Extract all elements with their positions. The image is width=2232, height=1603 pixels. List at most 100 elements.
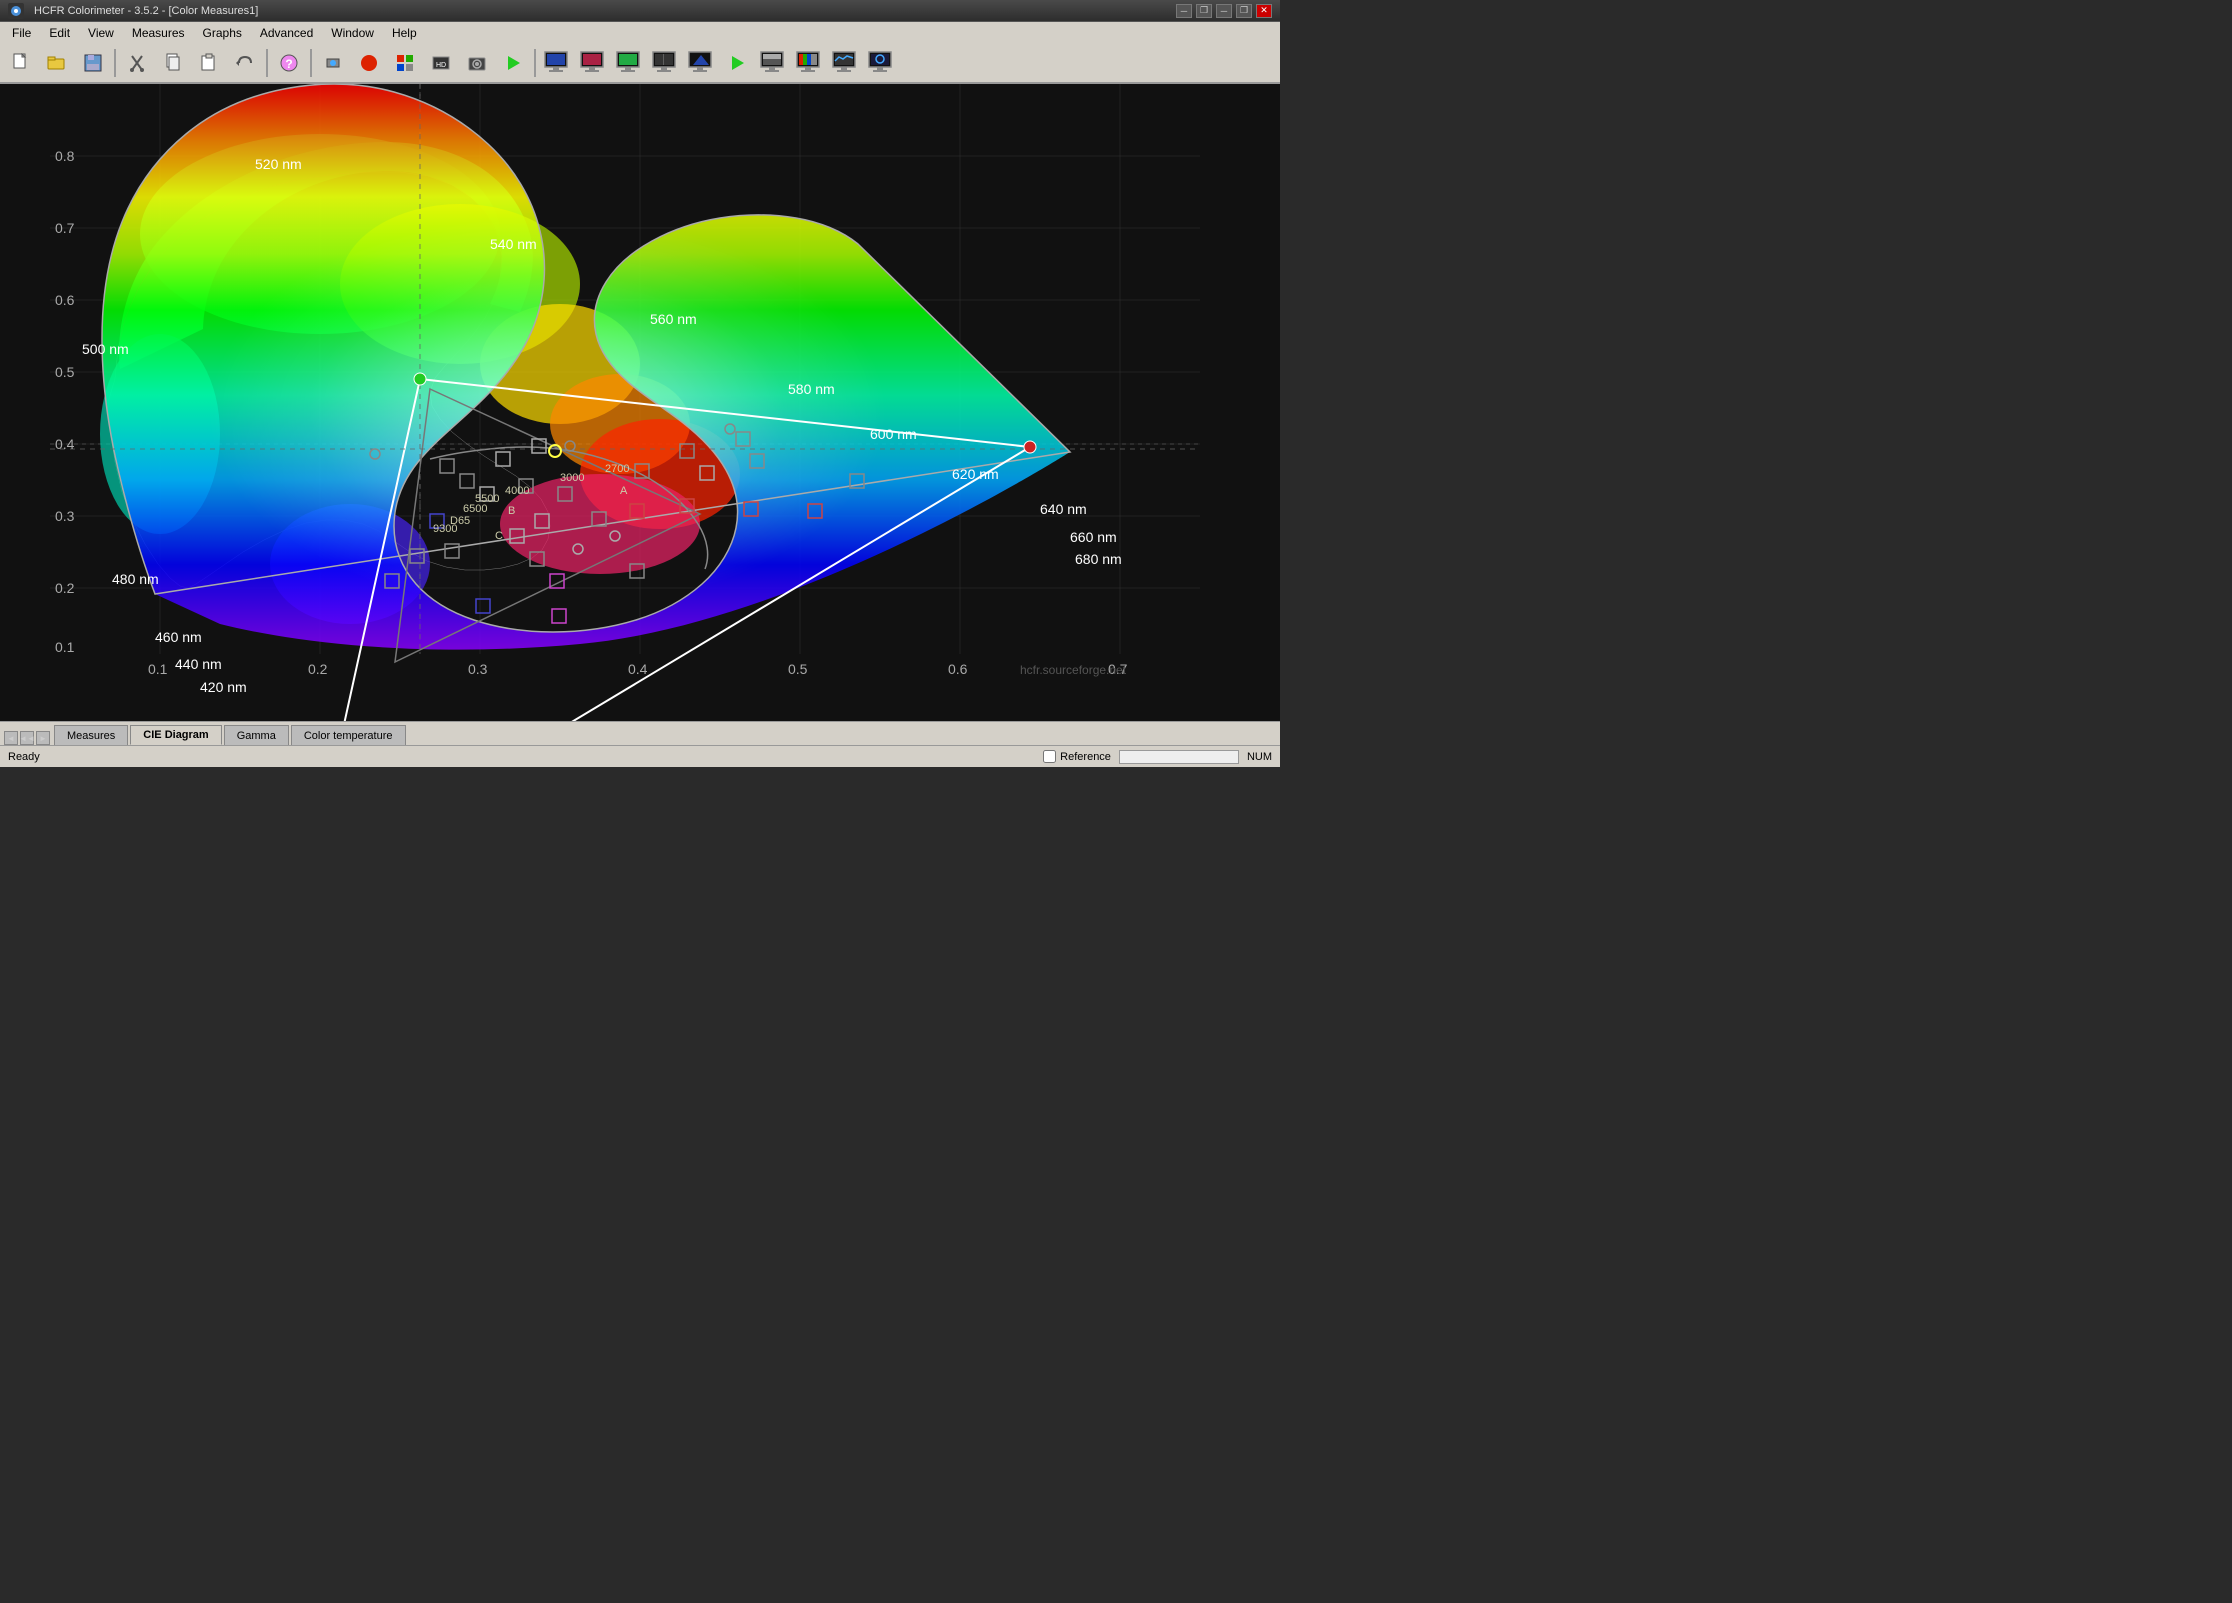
menu-view[interactable]: View — [80, 23, 122, 43]
red-measure-btn[interactable] — [352, 46, 386, 80]
svg-text:3000: 3000 — [560, 472, 584, 484]
svg-text:0.4: 0.4 — [55, 436, 75, 452]
close-btn[interactable]: ✕ — [1256, 4, 1272, 18]
svg-text:0.5: 0.5 — [788, 661, 808, 677]
monitor9-btn[interactable] — [864, 46, 898, 80]
menu-graphs[interactable]: Graphs — [195, 23, 250, 43]
hd-btn[interactable]: HD — [424, 46, 458, 80]
tabbar: ◄ ◄◄ ► Measures CIE Diagram Gamma Color … — [0, 721, 1280, 745]
svg-text:?: ? — [285, 57, 292, 71]
tab-navigation: ◄ ◄◄ ► — [4, 731, 50, 745]
monitor6-btn[interactable] — [756, 46, 790, 80]
svg-text:540 nm: 540 nm — [490, 236, 537, 252]
tab-measures[interactable]: Measures — [54, 725, 128, 745]
sep2 — [266, 49, 268, 77]
titlebar-controls: ─ ❐ ─ ❐ ✕ — [1176, 4, 1272, 18]
cut-btn[interactable] — [120, 46, 154, 80]
svg-text:0.3: 0.3 — [468, 661, 488, 677]
sep1 — [114, 49, 116, 77]
tab-prev-btn[interactable]: ◄ — [4, 731, 18, 745]
svg-text:0.6: 0.6 — [55, 292, 75, 308]
menu-edit[interactable]: Edit — [41, 23, 78, 43]
monitor4-btn[interactable] — [648, 46, 682, 80]
svg-text:500 nm: 500 nm — [82, 341, 129, 357]
svg-text:420 nm: 420 nm — [200, 679, 247, 695]
play2-btn[interactable] — [720, 46, 754, 80]
monitor2-btn[interactable] — [576, 46, 610, 80]
pattern-btn[interactable] — [388, 46, 422, 80]
menu-measures[interactable]: Measures — [124, 23, 193, 43]
menu-help[interactable]: Help — [384, 23, 425, 43]
svg-text:0.2: 0.2 — [308, 661, 328, 677]
svg-text:HD: HD — [436, 62, 446, 69]
menu-window[interactable]: Window — [323, 23, 382, 43]
reference-checkbox-area[interactable]: Reference — [1043, 750, 1111, 763]
reference-label: Reference — [1060, 751, 1111, 763]
tab-gamma[interactable]: Gamma — [224, 725, 289, 745]
status-right: Reference NUM — [1043, 750, 1272, 764]
svg-text:0.7: 0.7 — [55, 220, 75, 236]
save-btn[interactable] — [76, 46, 110, 80]
sep4 — [534, 49, 536, 77]
paste-btn[interactable] — [192, 46, 226, 80]
minimize-btn[interactable]: ─ — [1216, 4, 1232, 18]
inner-minimize-btn[interactable]: ─ — [1176, 4, 1192, 18]
copy-btn[interactable] — [156, 46, 190, 80]
titlebar-left: HCFR Colorimeter - 3.5.2 - [Color Measur… — [8, 3, 258, 19]
svg-text:520 nm: 520 nm — [255, 156, 302, 172]
svg-text:640 nm: 640 nm — [1040, 501, 1087, 517]
svg-text:C: C — [495, 530, 503, 542]
svg-text:600 nm: 600 nm — [870, 426, 917, 442]
svg-text:5500: 5500 — [475, 493, 499, 505]
svg-text:D65: D65 — [450, 515, 470, 527]
inner-restore-btn[interactable]: ❐ — [1196, 4, 1212, 18]
menu-file[interactable]: File — [4, 23, 39, 43]
play-btn[interactable] — [496, 46, 530, 80]
svg-text:0.8: 0.8 — [55, 148, 75, 164]
restore-btn[interactable]: ❐ — [1236, 4, 1252, 18]
cie-svg: 0.8 0.7 0.6 0.5 0.4 0.3 0.2 0.1 0.1 0.2 … — [0, 84, 1280, 721]
statusbar: Ready Reference NUM — [0, 745, 1280, 767]
svg-text:480 nm: 480 nm — [112, 571, 159, 587]
monitor5-btn[interactable] — [684, 46, 718, 80]
monitor7-btn[interactable] — [792, 46, 826, 80]
device-btn[interactable] — [316, 46, 350, 80]
new-btn[interactable] — [4, 46, 38, 80]
menu-advanced[interactable]: Advanced — [252, 23, 321, 43]
status-text: Ready — [8, 751, 40, 763]
snapshot-btn[interactable] — [460, 46, 494, 80]
reference-checkbox[interactable] — [1043, 750, 1056, 763]
sep3 — [310, 49, 312, 77]
menubar: File Edit View Measures Graphs Advanced … — [0, 22, 1280, 44]
svg-text:0.1: 0.1 — [148, 661, 168, 677]
help-btn[interactable]: ? — [272, 46, 306, 80]
status-progress — [1119, 750, 1239, 764]
tab-first-btn[interactable]: ◄◄ — [20, 731, 34, 745]
toolbar: ? HD — [0, 44, 1280, 84]
app-icon — [8, 3, 24, 19]
svg-text:B: B — [508, 505, 515, 517]
svg-text:0.1: 0.1 — [55, 639, 75, 655]
svg-text:2700: 2700 — [605, 463, 629, 475]
tab-cie-diagram[interactable]: CIE Diagram — [130, 725, 221, 745]
monitor1-btn[interactable] — [540, 46, 574, 80]
num-indicator: NUM — [1247, 751, 1272, 763]
svg-text:hcfr.sourceforge.net: hcfr.sourceforge.net — [1020, 663, 1127, 677]
svg-text:0.4: 0.4 — [628, 661, 648, 677]
tab-next-btn[interactable]: ► — [36, 731, 50, 745]
undo-btn[interactable] — [228, 46, 262, 80]
svg-text:680 nm: 680 nm — [1075, 551, 1122, 567]
open-btn[interactable] — [40, 46, 74, 80]
tab-color-temperature[interactable]: Color temperature — [291, 725, 406, 745]
svg-text:560 nm: 560 nm — [650, 311, 697, 327]
monitor8-btn[interactable] — [828, 46, 862, 80]
svg-text:4000: 4000 — [505, 485, 529, 497]
monitor3-btn[interactable] — [612, 46, 646, 80]
titlebar: HCFR Colorimeter - 3.5.2 - [Color Measur… — [0, 0, 1280, 22]
svg-text:0.6: 0.6 — [948, 661, 968, 677]
svg-text:0.5: 0.5 — [55, 364, 75, 380]
svg-text:0.3: 0.3 — [55, 508, 75, 524]
titlebar-title: HCFR Colorimeter - 3.5.2 - [Color Measur… — [34, 5, 258, 17]
svg-text:620 nm: 620 nm — [952, 466, 999, 482]
svg-text:0.2: 0.2 — [55, 580, 75, 596]
